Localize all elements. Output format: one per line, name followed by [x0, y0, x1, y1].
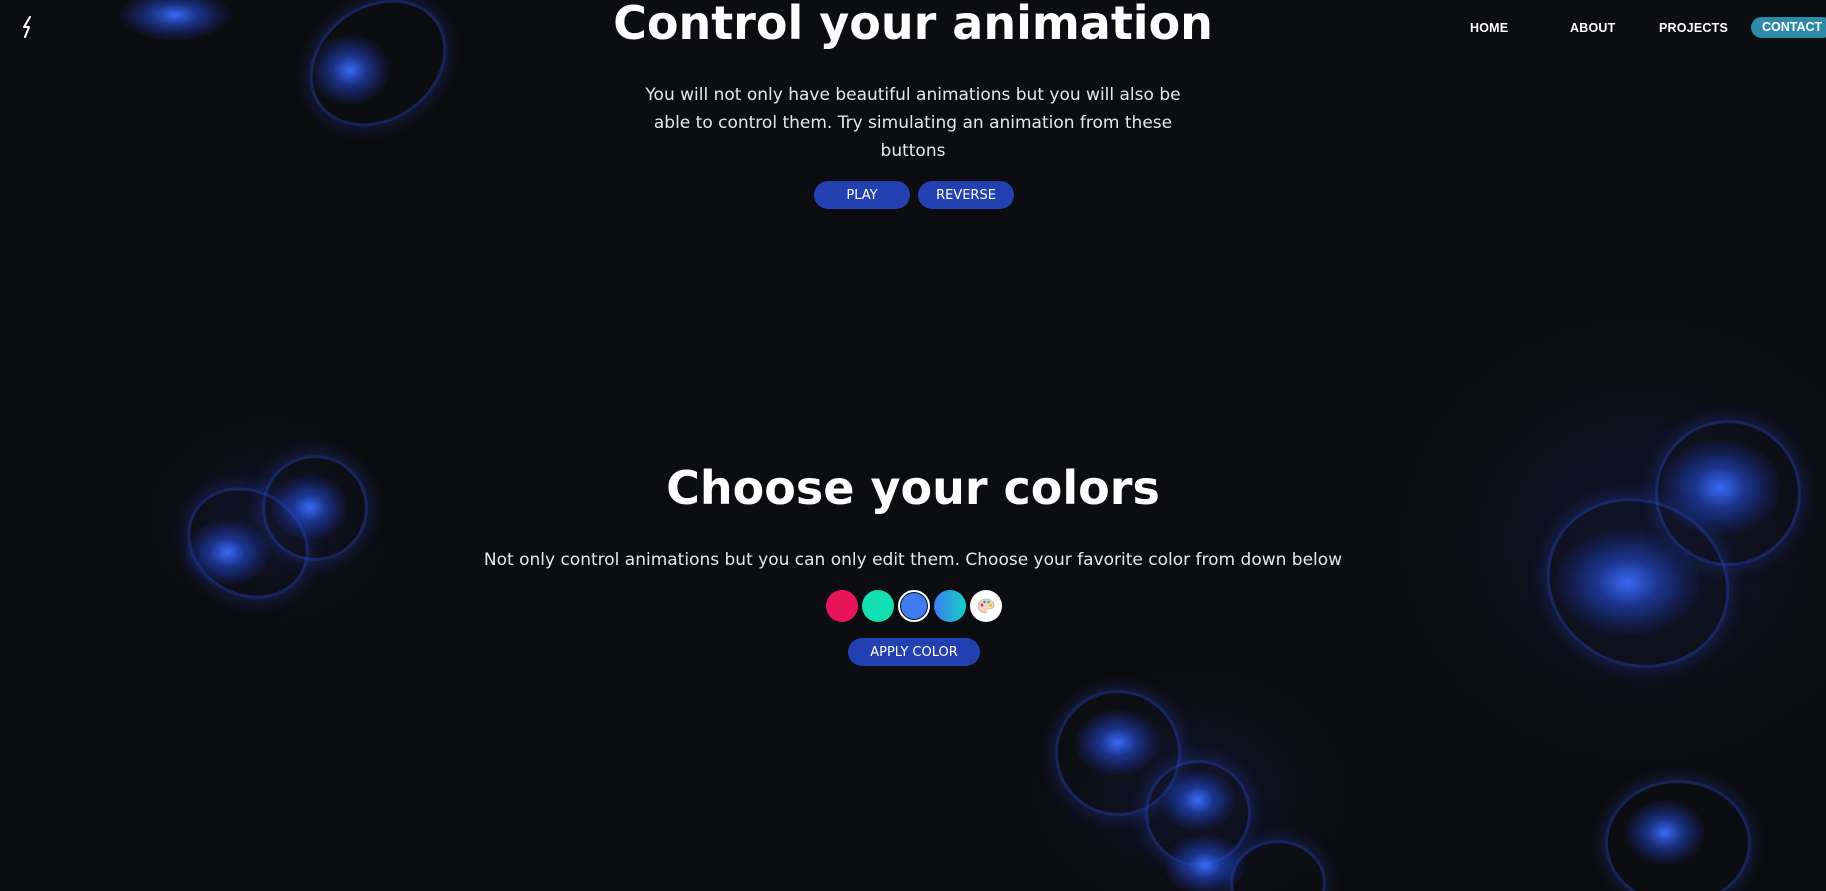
control-description-line: buttons: [880, 141, 946, 161]
control-description-line: able to control them. Try simulating an …: [653, 113, 1173, 133]
background-glow: [1555, 530, 1700, 635]
background-glow: [1145, 760, 1251, 866]
control-description-line: You will not only have beautiful animati…: [645, 85, 1181, 105]
colors-title: Choose your colors: [666, 461, 1160, 515]
color-picker-custom[interactable]: [970, 590, 1002, 622]
colors-description: Not only control animations but you can …: [483, 550, 1343, 570]
background-glow: [1605, 780, 1751, 891]
background-glow: [1075, 710, 1160, 775]
color-swatch-teal[interactable]: [862, 590, 894, 622]
background-glow: [140, 410, 400, 630]
background-glow: [1165, 835, 1245, 891]
control-description: You will not only have beautiful animati…: [613, 81, 1213, 165]
background-glow: [1020, 660, 1360, 891]
background-glow: [1380, 300, 1826, 780]
color-swatch-gradient[interactable]: [934, 590, 966, 622]
apply-color-button[interactable]: APPLY COLOR: [848, 638, 980, 666]
reverse-button[interactable]: REVERSE: [918, 181, 1014, 209]
control-title: Control your animation: [613, 0, 1213, 50]
color-swatch-red[interactable]: [826, 590, 858, 622]
background-glow: [1625, 800, 1705, 865]
color-swatch-blue[interactable]: [898, 590, 930, 622]
page: HOME ABOUT PROJECTS CONTACT Control your…: [0, 0, 1826, 891]
background-glow: [1230, 840, 1326, 891]
background-glow: [1055, 690, 1181, 816]
background-glow: [185, 520, 270, 585]
palette-icon: [977, 598, 995, 614]
play-button[interactable]: PLAY: [814, 181, 910, 209]
background-glow: [1160, 770, 1235, 830]
